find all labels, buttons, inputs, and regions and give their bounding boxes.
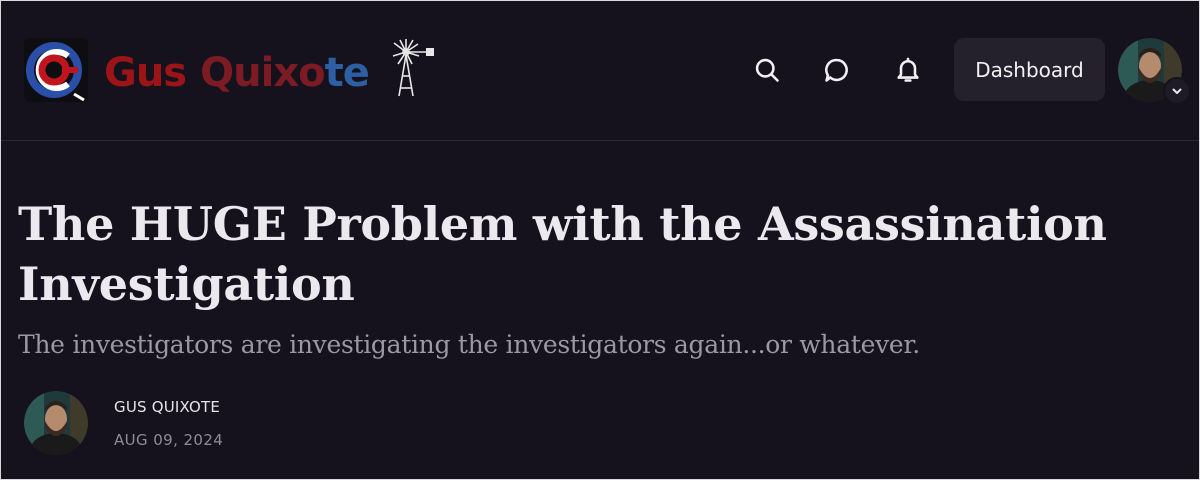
bell-icon [897, 57, 919, 82]
chevron-down-icon [1172, 88, 1182, 94]
site-header: Gus Quixo te Dashboard [0, 0, 1200, 141]
chat-icon [825, 58, 848, 82]
profile-menu-toggle[interactable] [1163, 77, 1191, 105]
notifications-button[interactable] [888, 50, 928, 90]
chat-button[interactable] [817, 50, 857, 90]
windmill-icon [392, 39, 434, 97]
post-date: AUG 09, 2024 [114, 431, 224, 449]
post-title: The HUGE Problem with the Assassination … [18, 197, 1107, 311]
search-icon [755, 58, 779, 82]
author-avatar[interactable] [24, 391, 88, 455]
search-button[interactable] [747, 50, 787, 90]
site-logo-icon[interactable] [24, 38, 88, 102]
dashboard-button[interactable]: Dashboard [954, 38, 1105, 101]
wordmark-te: te [324, 50, 370, 96]
wordmark-quixo: Quixo [200, 50, 325, 96]
post-subtitle: The investigators are investigating the … [18, 330, 920, 359]
site-wordmark[interactable]: Gus Quixo te [104, 50, 370, 96]
author-name-link[interactable]: GUS QUIXOTE [114, 398, 220, 416]
wordmark-gus: Gus [104, 50, 187, 96]
